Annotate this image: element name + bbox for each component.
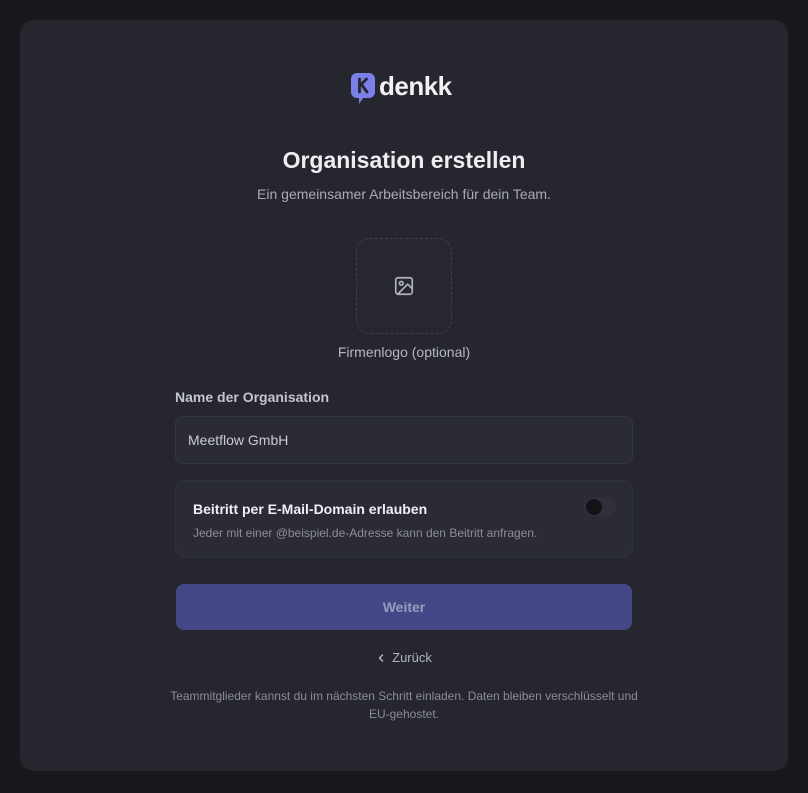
org-name-label: Name der Organisation <box>175 389 330 405</box>
onboarding-card: denkk Organisation erstellen Ein gemeins… <box>20 20 788 771</box>
logo-upload-dropzone[interactable] <box>356 238 452 334</box>
org-name-input[interactable] <box>176 417 632 463</box>
page-title: Organisation erstellen <box>282 147 526 173</box>
domain-join-description: Jeder mit einer @beispiel.de-Adresse kan… <box>193 526 538 540</box>
chevron-left-icon <box>378 653 384 662</box>
org-name-field <box>175 416 633 464</box>
domain-join-title: Beitritt per E-Mail-Domain erlauben <box>193 501 428 517</box>
domain-join-option: Beitritt per E-Mail-Domain erlauben Jede… <box>175 480 633 558</box>
toggle-knob <box>586 499 602 515</box>
continue-button[interactable]: Weiter <box>176 584 632 630</box>
page-subtitle: Ein gemeinsamer Arbeitsbereich für dein … <box>257 186 551 202</box>
brand-name: denkk <box>379 71 452 101</box>
denkk-logo-icon <box>351 72 375 104</box>
image-icon <box>394 276 414 296</box>
brand-logo: denkk <box>351 72 452 104</box>
domain-join-toggle[interactable] <box>584 498 616 516</box>
back-label: Zurück <box>392 650 432 665</box>
footer-note: Teammitglieder kannst du im nächsten Sch… <box>170 689 638 721</box>
logo-upload-label: Firmenlogo (optional) <box>337 344 471 360</box>
back-link[interactable]: Zurück <box>20 650 788 665</box>
